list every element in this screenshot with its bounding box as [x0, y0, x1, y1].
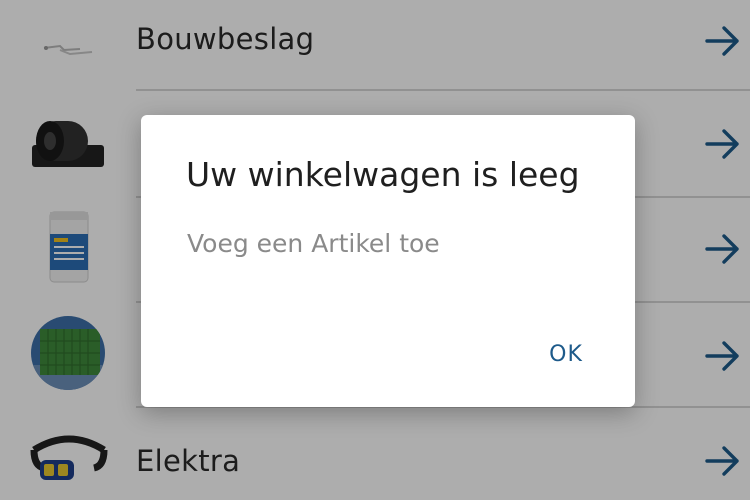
dialog-title: Uw winkelwagen is leeg — [186, 155, 580, 194]
empty-cart-dialog: Uw winkelwagen is leeg Voeg een Artikel … — [141, 115, 635, 407]
screen: Bouwbeslag Elektra Uw winkelwagen is lee… — [0, 0, 750, 500]
dialog-message: Voeg een Artikel toe — [187, 229, 440, 258]
ok-button[interactable]: OK — [533, 335, 599, 375]
